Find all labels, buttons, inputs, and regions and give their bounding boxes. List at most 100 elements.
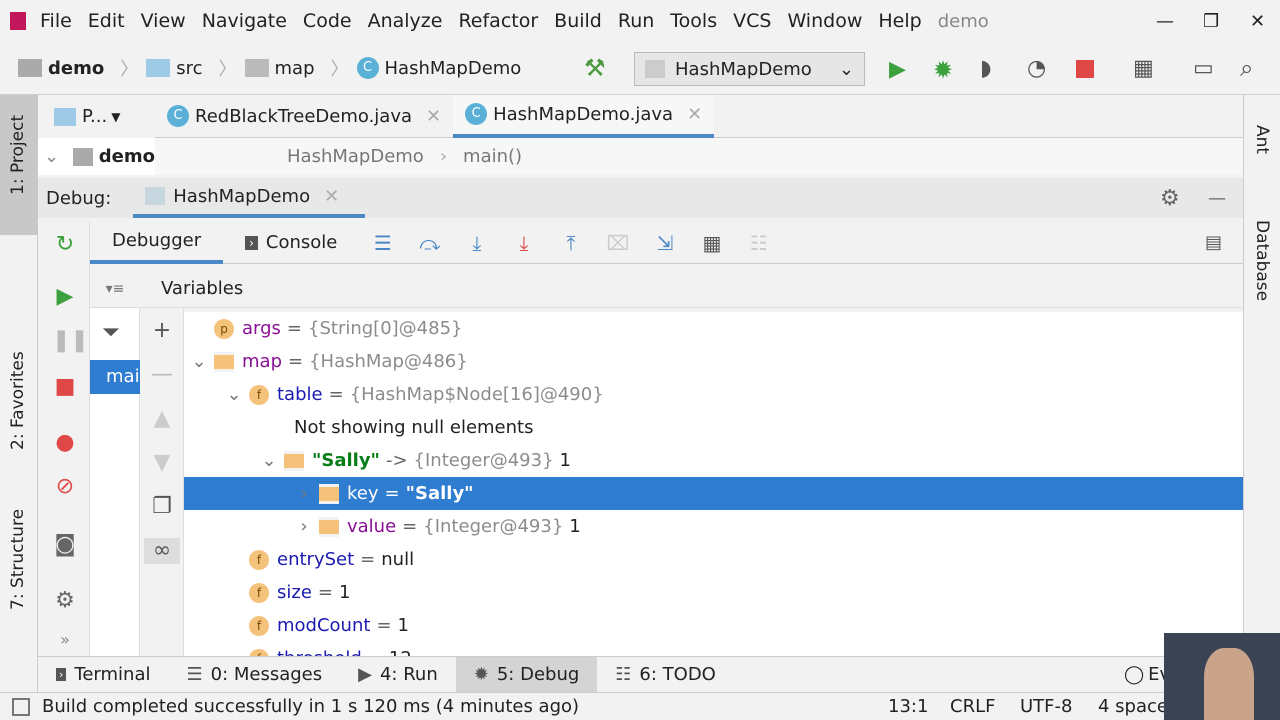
chevron-down-icon[interactable]: ⌄	[184, 351, 214, 372]
project-view-select[interactable]: P...	[82, 106, 107, 127]
tree-row[interactable]: › value = {Integer@493} 1	[184, 510, 1243, 543]
nav-crumb-demo[interactable]: demo	[48, 58, 104, 79]
search-icon[interactable]: ⌕	[1240, 54, 1253, 82]
tool-terminal[interactable]: › Terminal	[38, 657, 168, 693]
cursor-position[interactable]: 13:1	[888, 696, 928, 717]
run-icon[interactable]: ▶	[889, 57, 906, 82]
tab-hashmapdemo[interactable]: C HashMapDemo.java ✕	[453, 94, 715, 138]
close-icon[interactable]: ✕	[426, 106, 441, 127]
status-message[interactable]: Build completed successfully in 1 s 120 …	[42, 696, 579, 717]
tool-database[interactable]: Database	[1252, 220, 1272, 301]
step-out-icon[interactable]: ⤒	[547, 231, 594, 255]
tool-structure[interactable]: 7: Structure	[8, 509, 28, 610]
more-icon[interactable]: »	[52, 627, 78, 653]
tree-row[interactable]: f size = 1	[184, 576, 1243, 609]
menu-edit[interactable]: Edit	[88, 10, 125, 32]
resume-icon[interactable]: ▶	[52, 284, 78, 310]
encoding[interactable]: UTF-8	[1020, 696, 1072, 717]
force-step-into-icon[interactable]: ⤓	[500, 231, 547, 255]
nav-crumb-class[interactable]: HashMapDemo	[385, 58, 522, 79]
tree-row[interactable]: p args = {String[0]@485}	[184, 312, 1243, 345]
menu-help[interactable]: Help	[878, 10, 921, 32]
filter-icon[interactable]: ⏷	[102, 320, 120, 345]
close-icon[interactable]: ✕	[324, 186, 339, 207]
trace-icon[interactable]: ☷	[735, 231, 782, 255]
chevron-down-icon[interactable]: ⌄	[44, 146, 59, 167]
move-down-icon[interactable]: ▼	[149, 450, 175, 476]
crumb-method[interactable]: main()	[463, 146, 522, 167]
tab-console[interactable]: › Console	[223, 222, 359, 264]
line-separator[interactable]: CRLF	[950, 696, 995, 717]
chevron-right-icon[interactable]: ›	[289, 483, 319, 504]
menu-code[interactable]: Code	[303, 10, 352, 32]
add-watch-icon[interactable]: +	[149, 318, 175, 344]
presentation-icon[interactable]: ▭	[1193, 56, 1214, 81]
rerun-icon[interactable]: ↻	[52, 232, 78, 258]
tree-row[interactable]: Not showing null elements	[184, 411, 1243, 444]
tool-todo[interactable]: ☷ 6: TODO	[597, 657, 734, 693]
tree-row[interactable]: fthreshold=12	[184, 642, 1243, 656]
tree-row[interactable]: ⌄ f table = {HashMap$Node[16]@490}	[184, 378, 1243, 411]
status-icon[interactable]	[12, 697, 30, 716]
move-up-icon[interactable]: ▲	[149, 406, 175, 432]
crumb-class[interactable]: HashMapDemo	[287, 146, 424, 167]
stop-icon[interactable]: ■	[52, 374, 78, 400]
frame-item-main[interactable]: main	[90, 360, 140, 394]
tree-row[interactable]: f entrySet = null	[184, 543, 1243, 576]
gear-icon[interactable]: ⚙	[1160, 186, 1180, 211]
remove-watch-icon[interactable]: —	[149, 362, 175, 388]
chevron-down-icon[interactable]: ⌄	[219, 384, 249, 405]
nav-crumb-src[interactable]: src	[176, 58, 202, 79]
layout-icon[interactable]: ▤	[1205, 232, 1222, 253]
menu-tools[interactable]: Tools	[670, 10, 717, 32]
step-into-icon[interactable]: ⤓	[453, 231, 500, 255]
coverage-icon[interactable]: ◗	[980, 56, 992, 81]
menu-run[interactable]: Run	[618, 10, 654, 32]
close-icon[interactable]: ✕	[687, 104, 702, 125]
stop-icon[interactable]	[1076, 60, 1094, 78]
hide-icon[interactable]: —	[1208, 188, 1226, 209]
menu-refactor[interactable]: Refactor	[458, 10, 538, 32]
debug-session-tab[interactable]: HashMapDemo ✕	[133, 178, 366, 218]
tool-project[interactable]: 1: Project	[8, 115, 28, 195]
nav-crumb-map[interactable]: map	[275, 58, 315, 79]
menu-window[interactable]: Window	[787, 10, 862, 32]
tool-ant[interactable]: Ant	[1252, 125, 1272, 154]
restore-button[interactable]: ❐	[1203, 11, 1219, 32]
pause-icon[interactable]: ❚❚	[52, 328, 89, 354]
menu-analyze[interactable]: Analyze	[368, 10, 443, 32]
watches-glasses-icon[interactable]: ∞	[144, 538, 180, 564]
menu-view[interactable]: View	[141, 10, 186, 32]
close-window-button[interactable]: ✕	[1250, 11, 1265, 32]
step-over-icon[interactable]: ⤼	[406, 231, 453, 255]
frames-filter-icon[interactable]: ▾≡	[90, 281, 140, 297]
frames-menu-icon[interactable]: ☰	[359, 231, 406, 255]
tab-redblacktreedemo[interactable]: C RedBlackTreeDemo.java ✕	[155, 95, 453, 138]
menu-navigate[interactable]: Navigate	[202, 10, 287, 32]
drop-frame-icon[interactable]: ⌧	[594, 231, 641, 255]
copy-icon[interactable]: ❐	[149, 494, 175, 520]
view-breakpoints-icon[interactable]: ●	[52, 430, 78, 456]
camera-icon[interactable]: ◙	[52, 532, 78, 558]
tool-favorites[interactable]: 2: Favorites	[8, 351, 28, 450]
tree-row[interactable]: ⌄ "Sally" -> {Integer@493} 1	[184, 444, 1243, 477]
project-root[interactable]: demo	[99, 146, 155, 167]
tool-run[interactable]: ▶ 4: Run	[340, 657, 456, 693]
menu-build[interactable]: Build	[554, 10, 602, 32]
menu-file[interactable]: File	[40, 10, 72, 32]
tree-row[interactable]: f modCount = 1	[184, 609, 1243, 642]
profile-icon[interactable]: ◔	[1027, 56, 1046, 81]
settings-icon[interactable]: ⚙	[52, 588, 78, 614]
mute-breakpoints-icon[interactable]: ⊘	[52, 474, 78, 500]
chevron-down-icon[interactable]: ⌄	[254, 450, 284, 471]
debug-icon[interactable]: ✹	[933, 56, 953, 84]
run-config-select[interactable]: HashMapDemo ⌄	[634, 52, 865, 86]
run-to-cursor-icon[interactable]: ⇲	[641, 231, 688, 255]
chevron-right-icon[interactable]: ›	[289, 516, 319, 537]
evaluate-icon[interactable]: ▦	[688, 231, 735, 255]
tool-debug[interactable]: ✹ 5: Debug	[455, 656, 598, 693]
tree-row[interactable]: › key = "Sally"	[184, 477, 1243, 510]
tool-messages[interactable]: ☰ 0: Messages	[168, 657, 340, 693]
tree-row[interactable]: ⌄ map = {HashMap@486}	[184, 345, 1243, 378]
project-structure-icon[interactable]: ▦	[1133, 56, 1154, 81]
